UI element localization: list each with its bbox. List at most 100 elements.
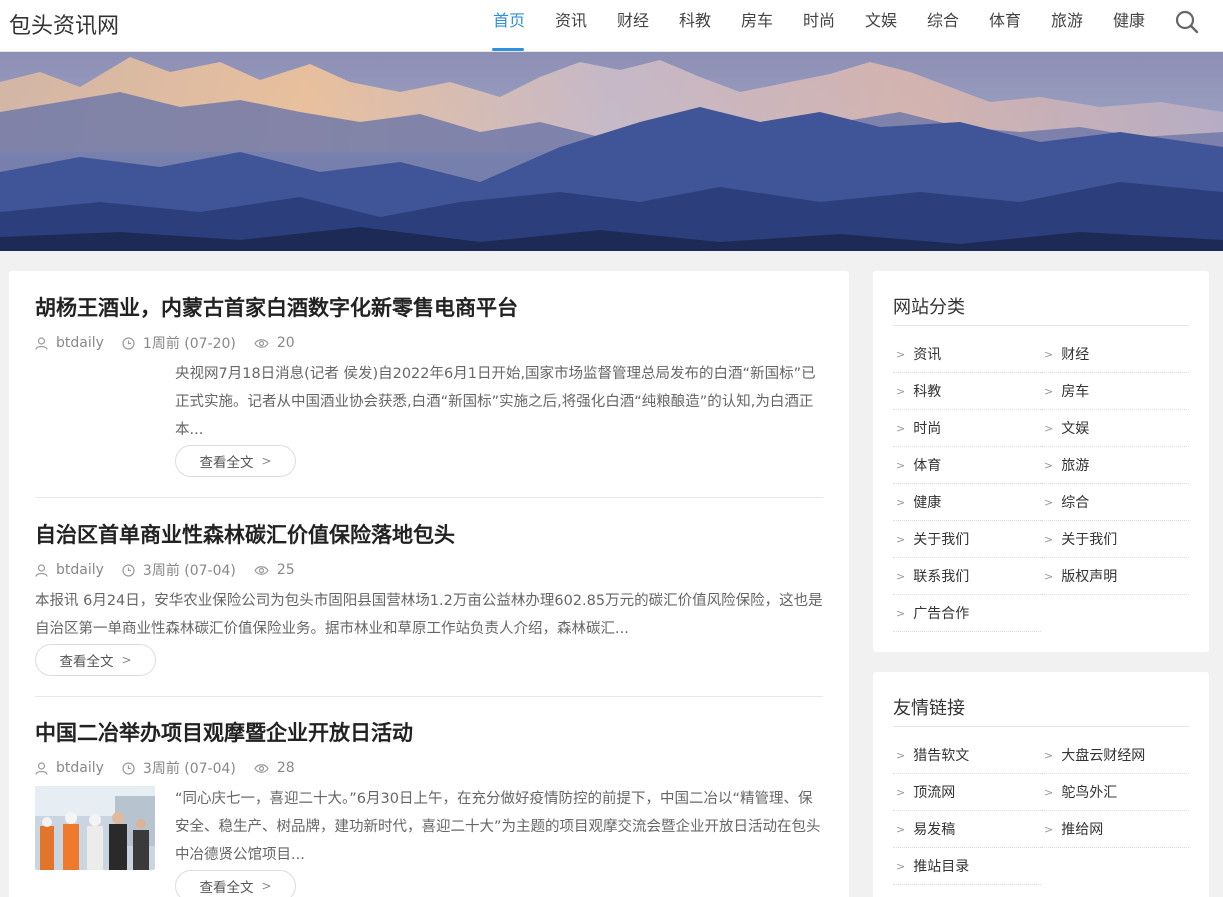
category-widget: 网站分类 > 资讯 > 财经 > 科教 > 房车 > 时尚 > 文娱 > 体育 > 旅游 > 健康… — [873, 271, 1209, 652]
friend-link[interactable]: > 猎告软文 — [893, 737, 1041, 774]
read-more-label: 查看全文 — [199, 880, 254, 896]
chevron-right-icon: > — [896, 421, 906, 435]
category-link[interactable]: > 联系我们 — [893, 558, 1041, 595]
read-more-button[interactable]: 查看全文 > — [175, 870, 296, 897]
author-name[interactable]: btdaily — [56, 335, 104, 351]
clock-icon — [122, 336, 135, 350]
friend-link[interactable]: > 大盘云财经网 — [1041, 737, 1189, 774]
nav-item-fashion[interactable]: 时尚 — [788, 0, 850, 52]
nav-item-health[interactable]: 健康 — [1098, 0, 1160, 52]
read-more-button[interactable]: 查看全文 > — [175, 445, 296, 477]
post-item: 中国二冶举办项目观摩暨企业开放日活动 btdaily 3周前 (07-04) 2… — [35, 718, 823, 897]
friend-link[interactable]: > 推给网 — [1041, 811, 1189, 848]
post-excerpt: 本报讯 6月24日，安华农业保险公司为包头市固阳县国营林场1.2万亩公益林办理6… — [35, 593, 823, 637]
post-time-text: 3周前 (07-04) — [142, 761, 236, 777]
category-link[interactable]: > 关于我们 — [893, 521, 1041, 558]
friend-link-label: 猎告软文 — [913, 748, 970, 764]
category-label: 健康 — [913, 495, 942, 511]
author-name[interactable]: btdaily — [56, 562, 104, 578]
category-label: 房车 — [1061, 384, 1090, 400]
chevron-right-icon: > — [1044, 822, 1054, 836]
post-views-count: 20 — [276, 335, 295, 351]
eye-icon — [254, 565, 269, 575]
category-link[interactable]: > 财经 — [1041, 336, 1189, 373]
post-views-count: 28 — [276, 760, 295, 776]
chevron-right-icon: > — [896, 347, 906, 361]
widget-title: 网站分类 — [893, 297, 965, 318]
eye-icon — [254, 763, 269, 773]
nav-item-sports[interactable]: 体育 — [974, 0, 1036, 52]
category-label: 文娱 — [1061, 421, 1090, 437]
main-nav: 首页 资讯 财经 科教 房车 时尚 文娱 综合 体育 旅游 健康 — [478, 0, 1160, 52]
post-excerpt: “同心庆七一，喜迎二十大。”6月30日上午，在充分做好疫情防控的前提下，中国二冶… — [175, 791, 821, 863]
category-link[interactable]: > 关于我们 — [1041, 521, 1189, 558]
category-link[interactable]: > 文娱 — [1041, 410, 1189, 447]
nav-item-scitech[interactable]: 科教 — [664, 0, 726, 52]
category-link[interactable]: > 旅游 — [1041, 447, 1189, 484]
user-icon — [35, 336, 48, 350]
site-logo[interactable]: 包头资讯网 — [9, 8, 119, 40]
nav-item-travel[interactable]: 旅游 — [1036, 0, 1098, 52]
category-label: 联系我们 — [913, 569, 970, 585]
chevron-right-icon: > — [896, 859, 906, 873]
post-time: 3周前 (07-04) — [122, 560, 236, 580]
category-label: 综合 — [1061, 495, 1090, 511]
post-views: 25 — [254, 562, 295, 578]
friend-link-label: 推给网 — [1061, 822, 1104, 838]
post-thumbnail[interactable] — [35, 786, 155, 870]
category-label: 广告合作 — [913, 606, 970, 622]
friend-link-label: 鸵鸟外汇 — [1061, 785, 1118, 801]
post-time-text: 1周前 (07-20) — [142, 336, 236, 352]
chevron-right-icon: > — [896, 785, 906, 799]
category-link[interactable]: > 房车 — [1041, 373, 1189, 410]
nav-item-home[interactable]: 首页 — [478, 0, 540, 52]
category-link[interactable]: > 时尚 — [893, 410, 1041, 447]
post-time: 3周前 (07-04) — [122, 758, 236, 778]
chevron-right-icon: > — [121, 653, 132, 667]
friend-link[interactable]: > 易发稿 — [893, 811, 1041, 848]
category-link[interactable]: > 健康 — [893, 484, 1041, 521]
friend-link[interactable]: > 鸵鸟外汇 — [1041, 774, 1189, 811]
friend-link-label: 易发稿 — [913, 822, 956, 838]
friend-link[interactable]: > 推站目录 — [893, 848, 1041, 885]
chevron-right-icon: > — [896, 822, 906, 836]
nav-item-general[interactable]: 综合 — [912, 0, 974, 52]
post-author: btdaily — [35, 760, 104, 776]
eye-icon — [254, 338, 269, 348]
chevron-right-icon: > — [896, 532, 906, 546]
widget-title: 友情链接 — [893, 698, 965, 719]
category-link[interactable]: > 版权声明 — [1041, 558, 1189, 595]
post-title[interactable]: 中国二冶举办项目观摩暨企业开放日活动 — [35, 718, 823, 748]
nav-item-finance[interactable]: 财经 — [602, 0, 664, 52]
category-link[interactable]: > 广告合作 — [893, 595, 1041, 632]
chevron-right-icon: > — [261, 879, 272, 893]
nav-item-entertainment[interactable]: 文娱 — [850, 0, 912, 52]
post-meta: btdaily 3周前 (07-04) 25 — [35, 560, 823, 580]
read-more-button[interactable]: 查看全文 > — [35, 644, 156, 676]
category-link[interactable]: > 资讯 — [893, 336, 1041, 373]
category-label: 财经 — [1061, 347, 1090, 363]
search-icon[interactable] — [1174, 9, 1200, 35]
post-title[interactable]: 胡杨王酒业，内蒙古首家白酒数字化新零售电商平台 — [35, 293, 823, 323]
post-divider — [35, 696, 823, 697]
nav-item-news[interactable]: 资讯 — [540, 0, 602, 52]
category-link[interactable]: > 科教 — [893, 373, 1041, 410]
chevron-right-icon: > — [896, 748, 906, 762]
category-link[interactable]: > 体育 — [893, 447, 1041, 484]
post-author: btdaily — [35, 335, 104, 351]
read-more-label: 查看全文 — [199, 455, 254, 471]
category-link[interactable]: > 综合 — [1041, 484, 1189, 521]
mountain-banner — [0, 52, 1223, 251]
post-title[interactable]: 自治区首单商业性森林碳汇价值保险落地包头 — [35, 520, 823, 550]
user-icon — [35, 761, 48, 775]
friend-link-label: 大盘云财经网 — [1061, 748, 1146, 764]
nav-item-house-car[interactable]: 房车 — [726, 0, 788, 52]
widget-divider — [893, 726, 1189, 727]
chevron-right-icon: > — [1044, 384, 1054, 398]
chevron-right-icon: > — [1044, 785, 1054, 799]
category-label: 版权声明 — [1061, 569, 1118, 585]
friend-link[interactable]: > 顶流网 — [893, 774, 1041, 811]
post-item: 胡杨王酒业，内蒙古首家白酒数字化新零售电商平台 btdaily 1周前 (07-… — [35, 293, 823, 477]
post-time: 1周前 (07-20) — [122, 333, 236, 353]
author-name[interactable]: btdaily — [56, 760, 104, 776]
